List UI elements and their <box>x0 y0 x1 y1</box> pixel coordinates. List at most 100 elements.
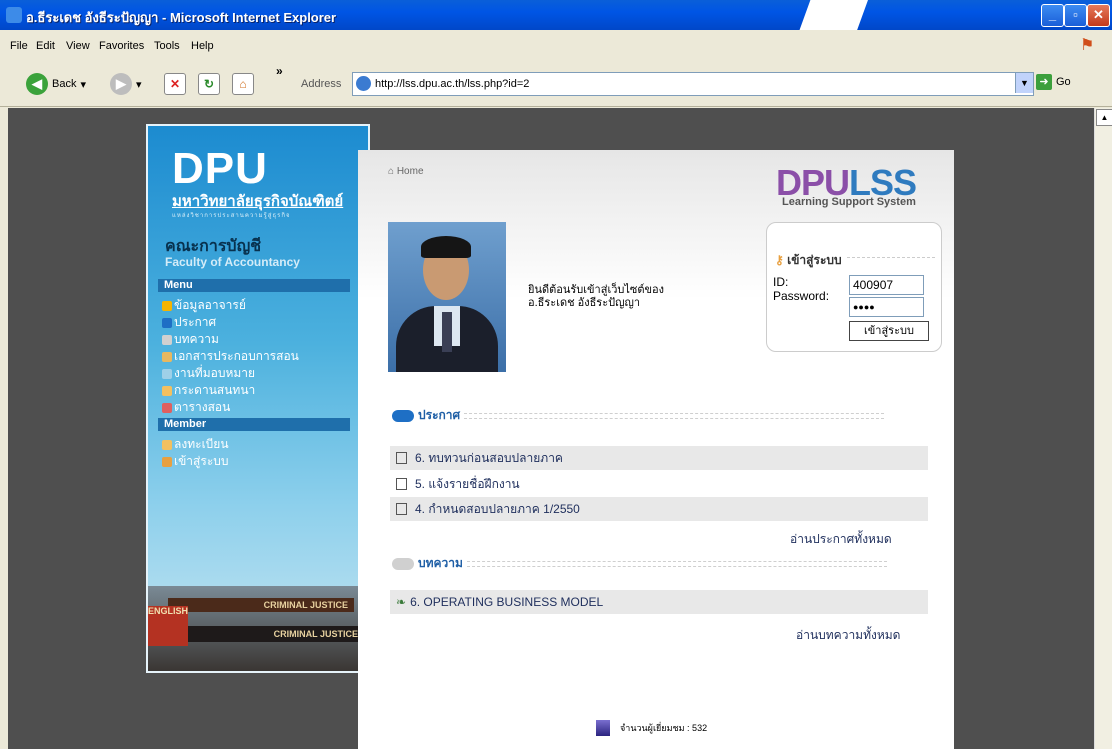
sidebar-item-schedule[interactable]: ตารางสอน <box>162 398 230 417</box>
refresh-button[interactable]: ↻ <box>198 72 220 96</box>
counter-icon <box>596 720 610 736</box>
menu-tools[interactable]: Tools <box>154 40 180 52</box>
vertical-scrollbar[interactable]: ▲ <box>1094 108 1112 749</box>
home-link[interactable]: ⌂ Home <box>388 166 424 177</box>
id-field[interactable]: 400907 <box>849 275 924 295</box>
password-label: Password: <box>773 289 830 303</box>
window-title: อ.ธีระเดช อังธีระปัญญา - Microsoft Inter… <box>26 10 337 25</box>
forward-arrow-icon: ▶ <box>110 73 132 95</box>
register-icon <box>162 439 172 450</box>
login-panel: ⚷ เข้าสู่ระบบ ID: Password: 400907 ●●●● … <box>766 222 942 352</box>
address-field[interactable]: http://lss.dpu.ac.th/lss.php?id=2 ▼ <box>352 72 1034 96</box>
dpu-logo: DPU <box>172 144 268 193</box>
chevron-down-icon: ▾ <box>80 78 86 91</box>
address-dropdown-icon[interactable]: ▼ <box>1015 73 1033 93</box>
main-content: ⌂ Home DPULSS Learning Support System ยิ… <box>358 150 954 749</box>
articles-title: บทความ <box>418 556 463 570</box>
address-label: Address <box>301 78 342 90</box>
window-titlebar: อ.ธีระเดช อังธีระปัญญา - Microsoft Inter… <box>0 0 1112 30</box>
stop-button[interactable]: ✕ <box>164 72 186 96</box>
book-icon: ❧ <box>396 595 407 609</box>
menu-favorites[interactable]: Favorites <box>99 40 144 52</box>
scroll-up-icon[interactable]: ▲ <box>1096 109 1112 126</box>
document-icon <box>162 351 172 362</box>
articles-header: บทความ <box>392 554 887 573</box>
sidebar-item-label: ตารางสอน <box>174 400 231 414</box>
brand-subtitle: Learning Support System <box>782 196 916 208</box>
stop-icon: ✕ <box>164 73 186 95</box>
divider <box>847 257 935 260</box>
go-label: Go <box>1056 76 1071 88</box>
home-icon: ⌂ <box>388 166 397 177</box>
announcement-title: 5. แจ้งรายชื่อฝึกงาน <box>415 476 520 491</box>
announcement-title: 6. ทบทวนก่อนสอบปลายภาค <box>415 450 563 465</box>
home-icon: ⌂ <box>232 73 254 95</box>
megaphone-icon <box>392 409 414 422</box>
announcement-item[interactable]: 4. กำหนดสอบปลายภาค 1/2550 <box>390 497 928 521</box>
visitor-count: จำนวนผู้เยี่ยมชม : 532 <box>620 723 708 733</box>
id-label: ID: <box>773 275 789 289</box>
menu-file[interactable]: File <box>10 40 28 52</box>
menu-section-header: Menu <box>158 279 350 292</box>
book-cover: ENGLISH <box>148 606 188 646</box>
login-title: ⚷ เข้าสู่ระบบ <box>775 251 842 270</box>
menu-help[interactable]: Help <box>191 40 214 52</box>
article-item[interactable]: ❧ 6. OPERATING BUSINESS MODEL <box>390 590 928 614</box>
megaphone-icon <box>162 317 172 328</box>
announcement-title: 4. กำหนดสอบปลายภาค 1/2550 <box>415 501 580 516</box>
password-field[interactable]: ●●●● <box>849 297 924 317</box>
sidebar: DPU มหาวิทยาลัยธุรกิจบัณฑิตย์ แหล่งวิชาก… <box>146 124 370 673</box>
book-spine: CRIMINAL JUSTICE <box>158 626 366 642</box>
university-slogan: แหล่งวิชาการประสานความรู้สู่ธุรกิจ <box>172 213 291 219</box>
article-title: 6. OPERATING BUSINESS MODEL <box>410 595 604 609</box>
go-button[interactable]: ➜ Go <box>1036 74 1071 90</box>
login-icon <box>162 456 172 467</box>
login-button[interactable]: เข้าสู่ระบบ <box>849 321 929 341</box>
article-icon <box>392 557 414 570</box>
announcements-title: ประกาศ <box>418 408 461 422</box>
schedule-icon <box>162 402 172 413</box>
maximize-button[interactable]: ▫ <box>1064 4 1087 27</box>
menu-view[interactable]: View <box>66 40 90 52</box>
announcement-item[interactable]: 5. แจ้งรายชื่อฝึกงาน <box>390 472 928 496</box>
faculty-name-en: Faculty of Accountancy <box>165 255 300 269</box>
book-spine: CRIMINAL JUSTICE <box>168 598 354 612</box>
address-url: http://lss.dpu.ac.th/lss.php?id=2 <box>375 78 530 90</box>
menu-edit[interactable]: Edit <box>36 40 55 52</box>
forward-button[interactable]: ▶ ▾ <box>110 72 142 96</box>
back-arrow-icon: ◀ <box>26 73 48 95</box>
article-icon <box>162 334 172 345</box>
teacher-name: อ.ธีระเดช อังธีระปัญญา <box>528 297 641 309</box>
go-arrow-icon: ➜ <box>1036 74 1052 90</box>
forum-icon <box>162 385 172 396</box>
announcements-header: ประกาศ <box>392 406 885 425</box>
teacher-icon <box>162 300 172 311</box>
sidebar-item-login[interactable]: เข้าสู่ระบบ <box>162 452 229 471</box>
toolbar-overflow-icon[interactable]: » <box>276 64 283 78</box>
minimize-button[interactable]: _ <box>1041 4 1064 27</box>
books-image: CRIMINAL JUSTICE CRIMINAL JUSTICE ENGLIS… <box>148 586 368 671</box>
chevron-down-icon: ▾ <box>136 78 142 91</box>
document-icon <box>396 478 407 490</box>
member-section-header: Member <box>158 418 350 431</box>
close-button[interactable]: ✕ <box>1087 4 1110 27</box>
announcement-item[interactable]: 6. ทบทวนก่อนสอบปลายภาค <box>390 446 928 470</box>
back-label: Back <box>52 78 77 90</box>
login-title-text: เข้าสู่ระบบ <box>787 253 842 267</box>
home-button[interactable]: ⌂ <box>232 72 254 96</box>
sidebar-item-label: เข้าสู่ระบบ <box>174 454 229 468</box>
windows-logo-icon: ⚑ <box>1080 37 1095 54</box>
refresh-icon: ↻ <box>198 73 220 95</box>
document-icon <box>396 452 407 464</box>
ie-icon <box>6 7 22 23</box>
divider <box>466 560 887 567</box>
back-button[interactable]: ◀ Back ▾ <box>26 72 86 96</box>
all-articles-link[interactable]: อ่านบทความทั้งหมด <box>796 626 900 645</box>
visitor-counter: จำนวนผู้เยี่ยมชม : 532 <box>596 720 707 736</box>
key-icon: ⚷ <box>775 253 788 267</box>
all-announcements-link[interactable]: อ่านประกาศทั้งหมด <box>790 530 892 549</box>
assignment-icon <box>162 368 172 379</box>
home-label: Home <box>396 166 424 177</box>
menu-bar: File Edit View Favorites Tools Help ⚑ <box>0 30 1112 61</box>
welcome-line: ยินดีต้อนรับเข้าสู่เว็บไซต์ของ <box>528 284 664 296</box>
